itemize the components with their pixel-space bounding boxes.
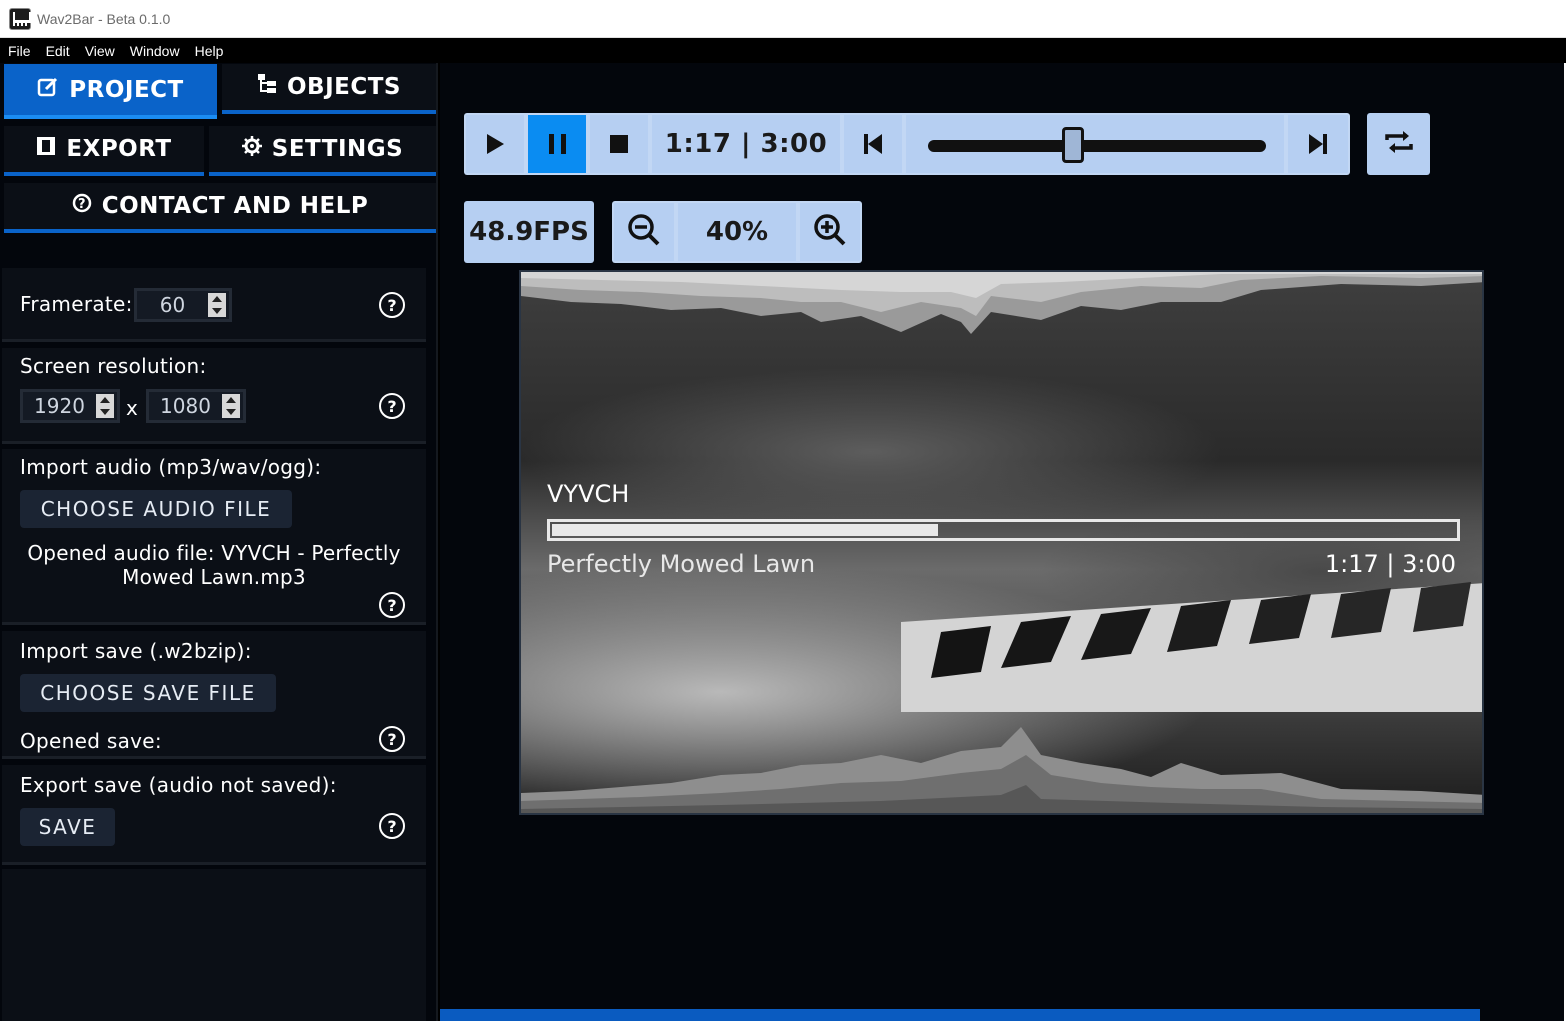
stop-icon	[610, 135, 628, 153]
zoom-in-button[interactable]	[800, 203, 860, 261]
menu-edit[interactable]: Edit	[46, 43, 70, 59]
tab-export[interactable]: EXPORT	[4, 126, 204, 176]
spinner-arrows-icon[interactable]	[222, 394, 240, 418]
fps-display: 48.9FPS	[464, 201, 594, 263]
transport-controls: 1:17 | 3:00	[464, 113, 1350, 175]
app-logo-icon	[9, 7, 31, 30]
tab-project[interactable]: PROJECT	[4, 64, 217, 119]
help-icon[interactable]: ?	[379, 813, 405, 839]
resolution-width-value: 1920	[34, 394, 85, 418]
edit-icon	[37, 76, 59, 104]
menu-view[interactable]: View	[85, 43, 115, 59]
preview-artist-text: VYVCH	[547, 480, 630, 508]
main-area: 1:17 | 3:00 48.9FPS 40% VYVCH Perfectly …	[440, 63, 1566, 1021]
import-audio-panel: Import audio (mp3/wav/ogg): CHOOSE AUDIO…	[2, 449, 426, 625]
spectrum-top-visualizer	[521, 272, 1482, 334]
window-title: Wav2Bar - Beta 0.1.0	[37, 10, 171, 27]
gear-icon	[241, 136, 262, 162]
menu-file[interactable]: File	[8, 43, 31, 59]
preview-track-title: Perfectly Mowed Lawn	[547, 550, 816, 578]
tab-contact-label: CONTACT AND HELP	[101, 193, 369, 219]
sidebar-empty-space	[2, 869, 426, 1021]
zoom-level-text: 40%	[705, 217, 769, 247]
choose-audio-file-button[interactable]: CHOOSE AUDIO FILE	[20, 490, 292, 528]
import-save-label: Import save (.w2bzip):	[20, 639, 252, 663]
save-button[interactable]: SAVE	[20, 808, 115, 846]
menu-window[interactable]: Window	[130, 43, 180, 59]
choose-save-file-button[interactable]: CHOOSE SAVE FILE	[20, 674, 276, 712]
import-save-panel: Import save (.w2bzip): CHOOSE SAVE FILE …	[2, 631, 426, 759]
import-audio-label: Import audio (mp3/wav/ogg):	[20, 455, 322, 479]
time-display: 1:17 | 3:00	[652, 115, 840, 173]
slider-track[interactable]	[928, 140, 1266, 152]
spectrum-bottom-visualizer	[521, 727, 1482, 813]
zoom-level: 40%	[678, 203, 796, 261]
sidebar: PROJECT OBJECTS EXPORT SETTINGS ? CONTAC…	[0, 63, 438, 1021]
tab-settings[interactable]: SETTINGS	[209, 126, 436, 176]
play-icon	[486, 134, 504, 154]
skip-next-icon	[1309, 134, 1327, 154]
preview-time-text: 1:17 | 3:00	[1324, 550, 1456, 578]
spinner-arrows-icon[interactable]	[208, 293, 226, 317]
resolution-height-input[interactable]: 1080	[146, 389, 246, 423]
skip-previous-icon	[864, 134, 882, 154]
tab-export-label: EXPORT	[66, 136, 172, 162]
pause-icon	[548, 134, 566, 154]
help-icon[interactable]: ?	[379, 592, 405, 618]
export-save-label: Export save (audio not saved):	[20, 773, 337, 797]
tab-settings-label: SETTINGS	[271, 136, 404, 162]
preview-progress-fill	[552, 524, 938, 536]
zoom-out-icon	[627, 213, 661, 251]
loop-icon	[1383, 128, 1415, 160]
framerate-value: 60	[159, 293, 186, 317]
resolution-height-value: 1080	[160, 394, 211, 418]
zoom-out-button[interactable]	[614, 203, 674, 261]
help-icon[interactable]: ?	[379, 393, 405, 419]
loop-button[interactable]	[1367, 113, 1430, 175]
help-circle-icon: ?	[72, 193, 92, 219]
tab-contact-and-help[interactable]: ? CONTACT AND HELP	[4, 183, 436, 233]
resolution-separator: x	[126, 396, 139, 420]
bottom-status-bar	[440, 1009, 1480, 1021]
skip-previous-button[interactable]	[844, 115, 902, 173]
title-bar: Wav2Bar - Beta 0.1.0	[0, 0, 1566, 38]
menu-bar: File Edit View Window Help	[0, 38, 1566, 63]
skip-next-button[interactable]	[1288, 115, 1348, 173]
menu-help[interactable]: Help	[195, 43, 224, 59]
time-text: 1:17 | 3:00	[664, 129, 828, 159]
zoom-controls: 40%	[612, 201, 862, 263]
time-slider[interactable]	[906, 115, 1284, 173]
framerate-input[interactable]: 60	[134, 288, 232, 322]
spinner-arrows-icon[interactable]	[96, 394, 114, 418]
preview-screen: VYVCH Perfectly Mowed Lawn 1:17 | 3:00	[519, 270, 1484, 815]
tab-objects-label: OBJECTS	[287, 74, 401, 100]
play-button[interactable]	[466, 115, 524, 173]
resolution-width-input[interactable]: 1920	[20, 389, 120, 423]
framerate-label: Framerate:	[20, 292, 133, 316]
tree-icon	[257, 73, 277, 101]
pause-button[interactable]	[528, 115, 586, 173]
opened-save-label: Opened save:	[20, 729, 162, 753]
export-save-panel: Export save (audio not saved): SAVE ?	[2, 765, 426, 865]
stop-button[interactable]	[590, 115, 648, 173]
tab-project-label: PROJECT	[69, 76, 184, 103]
preview-progress-bar	[547, 519, 1460, 541]
resolution-label: Screen resolution:	[20, 354, 207, 378]
help-icon[interactable]: ?	[379, 726, 405, 752]
zoom-in-icon	[813, 213, 847, 251]
film-icon	[36, 136, 56, 162]
piano-keys-image	[901, 582, 1482, 712]
tab-objects[interactable]: OBJECTS	[222, 64, 436, 114]
help-icon[interactable]: ?	[379, 292, 405, 318]
opened-audio-file-text: Opened audio file: VYVCH - Perfectly Mow…	[27, 541, 401, 589]
slider-thumb[interactable]	[1061, 127, 1084, 163]
svg-text:?: ?	[78, 197, 86, 212]
resolution-panel: Screen resolution: 1920 x 1080 ?	[2, 348, 426, 444]
framerate-panel: Framerate: 60 ?	[2, 268, 426, 342]
